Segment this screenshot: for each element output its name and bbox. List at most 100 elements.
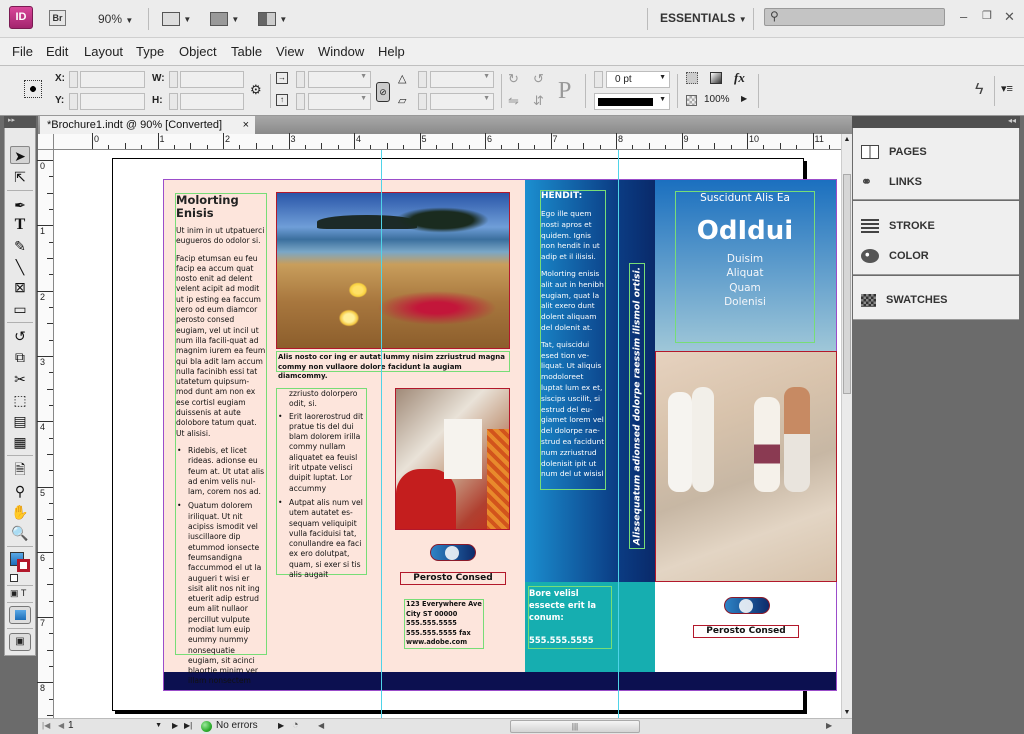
scroll-right-icon[interactable]: ▶ — [826, 721, 832, 730]
w-stepper[interactable] — [169, 71, 178, 88]
opacity-menu-arrow-icon[interactable]: ▶ — [741, 94, 747, 103]
shear-dropdown[interactable]: ▼ — [430, 93, 494, 110]
scale-y-dropdown[interactable]: ▼ — [308, 93, 371, 110]
rotate-dropdown[interactable]: ▼ — [430, 71, 494, 88]
y-field[interactable] — [80, 93, 145, 110]
scissors-tool[interactable]: ✂ — [10, 370, 30, 388]
h-stepper[interactable] — [169, 93, 178, 110]
photo-caption[interactable]: Alis nosto cor ing er autat lummy nisim … — [276, 351, 510, 380]
vertical-text-frame[interactable]: Alissequatum adionsed dolorpe raessim il… — [629, 263, 645, 549]
rectangle-frame-tool[interactable]: ⊠ — [10, 278, 30, 296]
preflight-status[interactable]: No errors — [216, 720, 258, 731]
y-stepper[interactable] — [69, 93, 78, 110]
pen-tool[interactable]: ✒ — [10, 196, 30, 214]
vertical-scrollbar[interactable]: ▲ ▼ — [841, 134, 852, 718]
scale-x-stepper[interactable] — [296, 71, 305, 88]
first-page-icon[interactable]: |◀ — [42, 721, 50, 730]
object-effects-icon[interactable] — [710, 72, 722, 84]
scale-y-stepper[interactable] — [296, 93, 305, 110]
next-page-icon[interactable]: ▶ — [172, 721, 178, 730]
stroke-type-dropdown[interactable]: ▼ — [594, 93, 670, 110]
panel-stroke[interactable]: STROKE — [861, 214, 935, 238]
quick-apply-icon[interactable]: ϟ — [975, 81, 983, 99]
restore-button[interactable]: ❐ — [982, 9, 992, 22]
horizontal-ruler[interactable]: 0 1 2 3 4 5 6 7 8 9 10 11 — [38, 133, 863, 150]
menu-object[interactable]: Object — [179, 44, 217, 59]
contact-text-frame[interactable]: Bore velisl essecte erit la conum: 555.5… — [528, 586, 612, 649]
menu-layout[interactable]: Layout — [84, 44, 123, 59]
minimize-button[interactable]: – — [960, 9, 967, 24]
selection-tool[interactable]: ➤ — [10, 146, 30, 164]
menu-help[interactable]: Help — [378, 44, 405, 59]
w-field[interactable] — [180, 71, 244, 88]
type-tool[interactable]: T — [10, 216, 30, 234]
gradient-feather-tool[interactable]: ▦ — [10, 433, 30, 451]
zoom-tool[interactable]: 🔍 — [10, 524, 30, 542]
screen-mode-button[interactable]: ▣ — [9, 633, 31, 651]
menu-table[interactable]: Table — [231, 44, 262, 59]
previous-page-icon[interactable]: ◀ — [58, 721, 64, 730]
h-field[interactable] — [180, 93, 244, 110]
flip-horizontal-icon[interactable]: ⇋ — [508, 93, 519, 109]
workspace-switcher[interactable]: ESSENTIALS ▼ — [660, 11, 747, 25]
last-page-icon[interactable]: ▶| — [184, 721, 192, 730]
note-tool[interactable]: 🗎 — [10, 460, 30, 478]
vertical-ruler[interactable]: 0 1 2 3 4 5 6 7 8 — [37, 150, 54, 733]
panel-swatches[interactable]: SWATCHES — [861, 288, 948, 312]
panel-color[interactable]: COLOR — [861, 244, 929, 268]
scroll-down-icon[interactable]: ▼ — [842, 709, 852, 716]
close-tab-icon[interactable]: × — [243, 116, 249, 134]
menu-type[interactable]: Type — [136, 44, 164, 59]
page-number-dropdown[interactable]: 1 ▼ — [68, 720, 164, 733]
stroke-weight-stepper[interactable] — [594, 71, 603, 88]
zoom-level-dropdown[interactable]: 90% ▼ — [98, 12, 133, 26]
open-document-icon[interactable]: ◔ — [292, 719, 299, 731]
column-guide[interactable] — [381, 150, 382, 718]
friends-beach-photo[interactable] — [655, 351, 837, 582]
text-frame-column-3[interactable]: HENDIT: Ego ille quem nosti apros et qui… — [540, 190, 606, 490]
panel-pages[interactable]: PAGES — [861, 140, 927, 164]
horizontal-scroll-thumb[interactable]: ||| — [510, 720, 640, 733]
bridge-button[interactable]: Br — [49, 10, 66, 26]
cover-text-frame[interactable]: Suscidunt Alis Ea OdIdui Duisim Aliquat … — [675, 191, 815, 343]
friends-party-photo[interactable] — [395, 388, 510, 530]
address-block[interactable]: 123 Everywhere Ave City ST 00000 555.555… — [404, 599, 484, 649]
scale-x-dropdown[interactable]: ▼ — [308, 71, 371, 88]
scale-tool[interactable]: ⧉ — [10, 348, 30, 366]
text-frame-column-1[interactable]: Molorting Enisis Ut inim in ut utpatuerc… — [175, 193, 267, 685]
rotate-cw-icon[interactable]: ↻ — [508, 71, 519, 87]
panel-links[interactable]: ⚭ LINKS — [861, 170, 922, 194]
preflight-menu-icon[interactable]: ▶ — [278, 721, 284, 730]
fx-button[interactable]: fx — [734, 70, 745, 86]
search-input[interactable]: ⚲ — [764, 8, 945, 26]
x-field[interactable] — [80, 71, 145, 88]
apply-color-button[interactable] — [9, 606, 31, 624]
reference-point-icon[interactable] — [24, 80, 42, 98]
drop-shadow-icon[interactable] — [686, 72, 698, 84]
pencil-tool[interactable]: ✎ — [10, 237, 30, 255]
flip-vertical-icon[interactable]: ⇵ — [533, 93, 544, 109]
screen-mode-button[interactable]: ▼ — [210, 11, 239, 26]
vertical-scroll-thumb[interactable] — [843, 174, 851, 394]
rectangle-tool[interactable]: ▭ — [10, 300, 30, 318]
menu-file[interactable]: File — [12, 44, 33, 59]
constrain-scale-link-icon[interactable]: ⊘ — [376, 82, 390, 102]
arrange-documents-button[interactable]: ▼ — [258, 11, 287, 26]
stroke-weight-dropdown[interactable]: 0 pt ▼ — [606, 71, 670, 88]
ruler-origin[interactable] — [38, 134, 54, 150]
eyedropper-tool[interactable]: ⚲ — [10, 482, 30, 500]
panel-dock-header[interactable]: ◂◂ — [852, 116, 1020, 128]
document-tab[interactable]: *Brochure1.indt @ 90% [Converted] × — [40, 116, 255, 134]
beach-flowers-photo[interactable] — [276, 192, 510, 349]
column-guide[interactable] — [618, 150, 619, 718]
hand-tool[interactable]: ✋ — [10, 503, 30, 521]
menu-view[interactable]: View — [276, 44, 304, 59]
document-canvas[interactable]: Molorting Enisis Ut inim in ut utpatuerc… — [54, 150, 841, 718]
opacity-field[interactable]: 100% — [704, 94, 730, 105]
formatting-affects-container-icon[interactable]: ▣ T — [10, 588, 26, 599]
x-stepper[interactable] — [69, 71, 78, 88]
constrain-proportions-icon[interactable]: ⚙ — [250, 82, 262, 98]
default-colors-icon[interactable] — [10, 574, 18, 582]
rotate-stepper[interactable] — [418, 71, 427, 88]
text-frame-column-2[interactable]: zzriusto dolorpero odit, si. • Erit laore… — [276, 388, 367, 579]
